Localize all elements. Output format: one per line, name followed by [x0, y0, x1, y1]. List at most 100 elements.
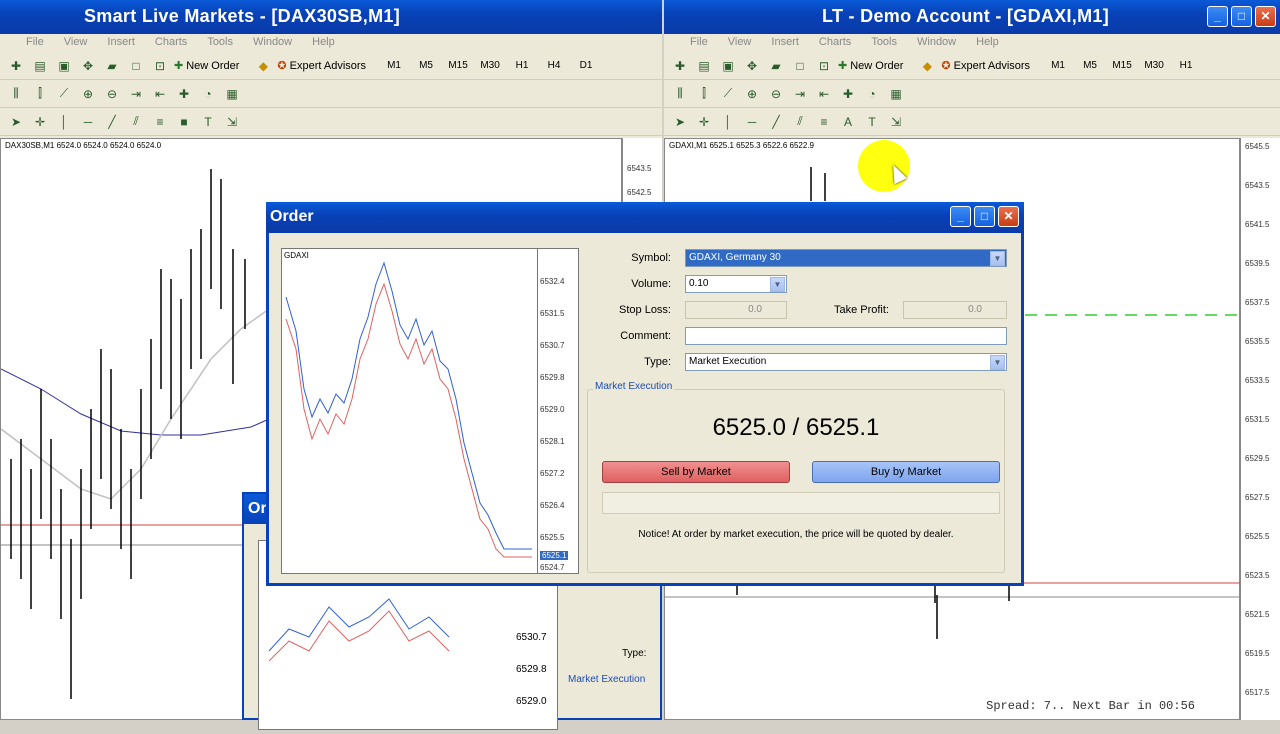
vertical-line-icon[interactable]: │	[718, 112, 738, 132]
folder-icon[interactable]: ▰	[766, 56, 786, 76]
rectangle-icon[interactable]: ■	[174, 112, 194, 132]
menu-help[interactable]: Help	[312, 36, 335, 52]
stop-loss-input[interactable]: 0.0	[685, 301, 787, 319]
tf-m30[interactable]: M30	[476, 60, 504, 71]
candlestick-icon[interactable]: ⫿	[694, 84, 714, 104]
bar-chart-icon[interactable]: ⫼	[670, 84, 690, 104]
menu-window[interactable]: Window	[253, 36, 292, 52]
zoom-in-icon[interactable]: ⊕	[78, 84, 98, 104]
take-profit-input[interactable]: 0.0	[903, 301, 1007, 319]
new-chart-icon[interactable]: ✚	[670, 56, 690, 76]
menu-charts[interactable]: Charts	[155, 36, 187, 52]
trendline-icon[interactable]: ╱	[766, 112, 786, 132]
volume-combobox[interactable]: 0.10 ▼	[685, 275, 787, 293]
vertical-line-icon[interactable]: │	[54, 112, 74, 132]
horizontal-line-icon[interactable]: ─	[742, 112, 762, 132]
arrows-icon[interactable]: ⇲	[886, 112, 906, 132]
auto-scroll-icon[interactable]: ⇥	[126, 84, 146, 104]
profiles-icon[interactable]: ▤	[30, 56, 50, 76]
new-order-button[interactable]: ✚ New Order	[838, 59, 903, 73]
zoom-icon[interactable]: ⊡	[814, 56, 834, 76]
text-a-icon[interactable]: A	[838, 112, 858, 132]
tf-h1[interactable]: H1	[1172, 60, 1200, 71]
tf-m1[interactable]: M1	[380, 60, 408, 71]
menu-file[interactable]: File	[690, 36, 708, 52]
metaeditor-icon[interactable]: ◆	[917, 56, 937, 76]
terminal-icon[interactable]: □	[790, 56, 810, 76]
menu-tools[interactable]: Tools	[207, 36, 233, 52]
menu-file[interactable]: File	[26, 36, 44, 52]
zoom-icon[interactable]: ⊡	[150, 56, 170, 76]
symbol-dropdown[interactable]: GDAXI, Germany 30 ▼	[685, 249, 1007, 267]
tf-m30[interactable]: M30	[1140, 60, 1168, 71]
menu-insert[interactable]: Insert	[771, 36, 799, 52]
order-close-button[interactable]: ✕	[998, 206, 1019, 227]
tf-m1[interactable]: M1	[1044, 60, 1072, 71]
tf-d1[interactable]: D1	[572, 60, 600, 71]
candlestick-icon[interactable]: ⫿	[30, 84, 50, 104]
comment-input[interactable]	[685, 327, 1007, 345]
buy-by-market-button[interactable]: Buy by Market	[812, 461, 1000, 483]
menu-view[interactable]: View	[64, 36, 88, 52]
close-button[interactable]: ✕	[1255, 6, 1276, 27]
channel-icon[interactable]: ⫽	[126, 112, 146, 132]
tf-m5[interactable]: M5	[1076, 60, 1104, 71]
auto-scroll-icon[interactable]: ⇥	[790, 84, 810, 104]
horizontal-line-icon[interactable]: ─	[78, 112, 98, 132]
menu-help[interactable]: Help	[976, 36, 999, 52]
menu-tools[interactable]: Tools	[871, 36, 897, 52]
templates-icon[interactable]: ▦	[886, 84, 906, 104]
new-order-button[interactable]: ✚ New Order	[174, 59, 239, 73]
market-watch-icon[interactable]: ▣	[54, 56, 74, 76]
menu-insert[interactable]: Insert	[107, 36, 135, 52]
bar-chart-icon[interactable]: ⫼	[6, 84, 26, 104]
menu-charts[interactable]: Charts	[819, 36, 851, 52]
fibonacci-icon[interactable]: ≡	[814, 112, 834, 132]
tf-m15[interactable]: M15	[444, 60, 472, 71]
periods-icon[interactable]: ◔	[862, 84, 882, 104]
text-icon[interactable]: T	[198, 112, 218, 132]
expert-advisors-button[interactable]: ✪ Expert Advisors	[941, 59, 1030, 73]
cursor-icon[interactable]: ➤	[6, 112, 26, 132]
order-maximize-button[interactable]: □	[974, 206, 995, 227]
folder-icon[interactable]: ▰	[102, 56, 122, 76]
zoom-out-icon[interactable]: ⊖	[766, 84, 786, 104]
line-chart-icon[interactable]: ⟋	[54, 84, 74, 104]
tf-h1[interactable]: H1	[508, 60, 536, 71]
menu-view[interactable]: View	[728, 36, 752, 52]
zoom-out-icon[interactable]: ⊖	[102, 84, 122, 104]
fibonacci-icon[interactable]: ≡	[150, 112, 170, 132]
tf-h4[interactable]: H4	[540, 60, 568, 71]
crosshair-icon[interactable]: ✛	[30, 112, 50, 132]
tf-m5[interactable]: M5	[412, 60, 440, 71]
channel-icon[interactable]: ⫽	[790, 112, 810, 132]
zoom-in-icon[interactable]: ⊕	[742, 84, 762, 104]
terminal-icon[interactable]: □	[126, 56, 146, 76]
navigator-icon[interactable]: ✥	[742, 56, 762, 76]
periods-icon[interactable]: ◔	[198, 84, 218, 104]
cursor-icon[interactable]: ➤	[670, 112, 690, 132]
crosshair-icon[interactable]: ✛	[694, 112, 714, 132]
chart-shift-icon[interactable]: ⇤	[814, 84, 834, 104]
maximize-button[interactable]: □	[1231, 6, 1252, 27]
templates-icon[interactable]: ▦	[222, 84, 242, 104]
type-dropdown[interactable]: Market Execution ▼	[685, 353, 1007, 371]
minimize-button[interactable]: _	[1207, 6, 1228, 27]
text-icon[interactable]: T	[862, 112, 882, 132]
arrows-icon[interactable]: ⇲	[222, 112, 242, 132]
tf-m15[interactable]: M15	[1108, 60, 1136, 71]
indicators-icon[interactable]: ✚	[174, 84, 194, 104]
trendline-icon[interactable]: ╱	[102, 112, 122, 132]
order-minimize-button[interactable]: _	[950, 206, 971, 227]
profiles-icon[interactable]: ▤	[694, 56, 714, 76]
new-chart-icon[interactable]: ✚	[6, 56, 26, 76]
menu-window[interactable]: Window	[917, 36, 956, 52]
indicators-icon[interactable]: ✚	[838, 84, 858, 104]
expert-advisors-button[interactable]: ✪ Expert Advisors	[277, 59, 366, 73]
sell-by-market-button[interactable]: Sell by Market	[602, 461, 790, 483]
metaeditor-icon[interactable]: ◆	[253, 56, 273, 76]
line-chart-icon[interactable]: ⟋	[718, 84, 738, 104]
navigator-icon[interactable]: ✥	[78, 56, 98, 76]
chart-shift-icon[interactable]: ⇤	[150, 84, 170, 104]
market-watch-icon[interactable]: ▣	[718, 56, 738, 76]
